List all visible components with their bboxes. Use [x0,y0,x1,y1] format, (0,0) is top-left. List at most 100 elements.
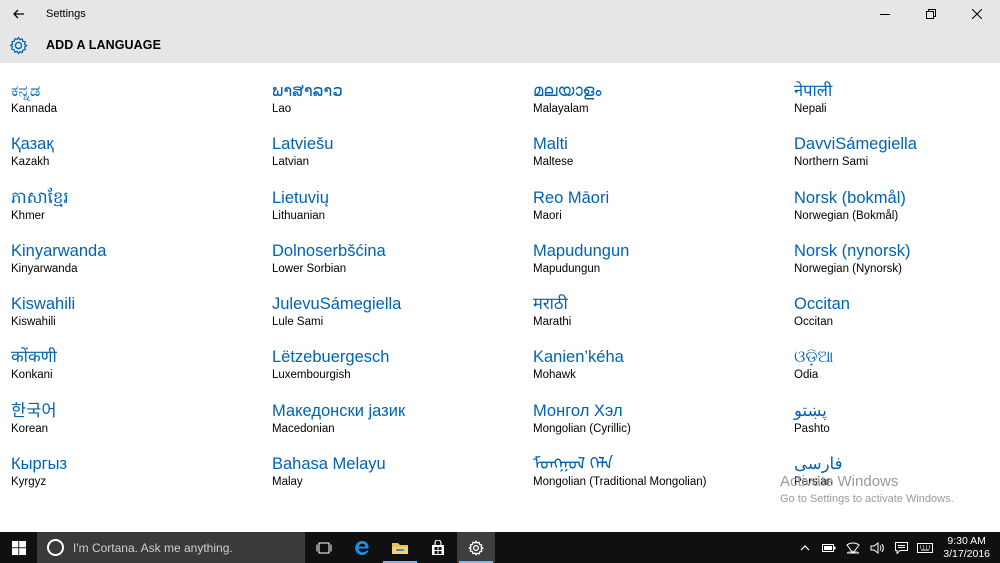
language-item-konkani[interactable]: कोंकणी Konkani [11,347,272,400]
language-native-name: Malti [533,135,568,154]
language-item-nepali[interactable]: नेपाली Nepali [794,81,994,134]
language-native-name: ଓଡ଼ିଆ [794,348,834,367]
language-item-maori[interactable]: Reo Māori Maori [533,188,794,241]
language-english-name: Khmer [11,209,45,222]
language-english-name: Malay [272,476,303,489]
language-item-pashto[interactable]: پښتو Pashto [794,401,994,454]
network-button[interactable] [841,532,865,563]
battery-icon [822,543,836,552]
chevron-up-icon [800,544,810,550]
language-item-kyrgyz[interactable]: Кыргыз Kyrgyz [11,454,272,507]
language-item-khmer[interactable]: ភាសាខ្មែរ Khmer [11,188,272,241]
start-button[interactable] [0,532,37,563]
language-english-name: Mongolian (Cyrillic) [533,422,631,435]
language-native-name: ಕನ್ನಡ [11,82,41,100]
language-native-name: Latviešu [272,135,334,154]
language-native-name: മലയാളം [533,82,602,100]
language-english-name: Kiswahili [11,316,56,329]
language-item-kazakh[interactable]: Қазақ Kazakh [11,134,272,187]
task-view-button[interactable] [305,532,343,563]
volume-icon [870,541,885,554]
close-button[interactable] [954,0,1000,27]
show-hidden-icons-button[interactable] [793,532,817,563]
language-item-mohawk[interactable]: Kanien’kéha Mohawk [533,347,794,400]
language-english-name: Latvian [272,156,310,169]
language-english-name: Mohawk [533,369,576,382]
language-english-name: Lower Sorbian [272,262,347,275]
language-item-lower-sorbian[interactable]: Dolnoserbšćina Lower Sorbian [272,241,533,294]
language-item-norwegian-bokmal[interactable]: Norsk (bokmål) Norwegian (Bokmål) [794,188,994,241]
clock[interactable]: 9:30 AM 3/17/2016 [943,535,990,561]
volume-button[interactable] [865,532,889,563]
language-english-name: Norwegian (Bokmål) [794,209,899,222]
back-arrow-icon [13,9,24,18]
edge-icon [355,540,369,555]
wifi-icon [846,542,860,554]
language-native-name: Kanien’kéha [533,348,624,367]
language-native-name: Македонски јазик [272,401,406,420]
language-item-occitan[interactable]: Occitan Occitan [794,294,994,347]
language-english-name: Marathi [533,316,572,329]
file-explorer-icon [392,542,408,554]
language-item-mapudungun[interactable]: Mapudungun Mapudungun [533,241,794,294]
touch-keyboard-button[interactable] [913,532,937,563]
language-item-luxembourgish[interactable]: Lëtzebuergesch Luxembourgish [272,347,533,400]
language-native-name: Norsk (bokmål) [794,188,906,207]
language-english-name: Kannada [11,103,58,115]
language-item-kiswahili[interactable]: Kiswahili Kiswahili [11,294,272,347]
language-english-name: Mongolian (Traditional Mongolian) [533,476,707,489]
minimize-button[interactable] [862,0,908,27]
language-native-name: پښتو [794,401,827,420]
language-native-name: ភាសាខ្មែរ [11,188,69,207]
language-native-name: Lietuvių [272,188,329,207]
settings-button[interactable] [457,532,495,563]
edge-button[interactable] [343,532,381,563]
language-item-odia[interactable]: ଓଡ଼ିଆ Odia [794,347,994,400]
language-item-northern-sami[interactable]: DavviSámegiella Northern Sami [794,134,994,187]
action-center-icon [894,541,908,554]
language-item-korean[interactable]: 한국어 Korean [11,401,272,454]
language-item-mongolian-traditional[interactable]: ᠮᠣᠩᠭᠣᠯ ᠬᠡᠯᠡ Mongolian (Traditional Mongo… [533,454,794,507]
windows-logo-icon [11,540,26,555]
store-button[interactable] [419,532,457,563]
clock-date: 3/17/2016 [943,547,990,560]
restore-button[interactable] [908,0,954,27]
language-english-name: Persian [794,476,833,489]
language-english-name: Mapudungun [533,262,601,275]
language-native-name: فارسی [794,455,843,474]
language-item-norwegian-nynorsk[interactable]: Norsk (nynorsk) Norwegian (Nynorsk) [794,241,994,294]
language-item-marathi[interactable]: मराठी Marathi [533,294,794,347]
language-english-name: Norwegian (Nynorsk) [794,262,903,275]
language-english-name: Nepali [794,103,827,115]
language-item-malay[interactable]: Bahasa Melayu Malay [272,454,533,507]
language-native-name: Norsk (nynorsk) [794,241,911,260]
language-item-lithuanian[interactable]: Lietuvių Lithuanian [272,188,533,241]
language-english-name: Maltese [533,156,574,169]
language-item-persian[interactable]: فارسی Persian [794,454,994,507]
language-native-name: Lëtzebuergesch [272,348,390,367]
language-native-name: DavviSámegiella [794,135,917,154]
battery-button[interactable] [817,532,841,563]
language-item-lule-sami[interactable]: JulevuSámegiella Lule Sami [272,294,533,347]
back-button[interactable] [0,0,38,27]
language-item-kannada[interactable]: ಕನ್ನಡ Kannada [11,81,272,134]
language-native-name: Reo Māori [533,188,610,207]
language-english-name: Occitan [794,316,833,329]
language-item-latvian[interactable]: Latviešu Latvian [272,134,533,187]
language-list: ಕನ್ನಡ Kannada ພາສາລາວ Lao മലയാളം Malayal… [11,81,1000,507]
language-item-macedonian[interactable]: Македонски јазик Macedonian [272,401,533,454]
language-english-name: Luxembourgish [272,369,351,382]
language-english-name: Pashto [794,422,830,435]
language-item-kinyarwanda[interactable]: Kinyarwanda Kinyarwanda [11,241,272,294]
language-english-name: Lithuanian [272,209,326,222]
language-item-lao[interactable]: ພາສາລາວ Lao [272,81,533,134]
cortana-search-box[interactable]: I'm Cortana. Ask me anything. [37,532,305,563]
language-item-mongolian-cyrillic[interactable]: Монгол Хэл Mongolian (Cyrillic) [533,401,794,454]
language-item-maltese[interactable]: Malti Maltese [533,134,794,187]
taskbar: I'm Cortana. Ask me anything. 9:30 AM 3/… [0,532,1000,563]
language-item-malayalam[interactable]: മലയാളം Malayalam [533,81,794,134]
file-explorer-button[interactable] [381,532,419,563]
action-center-button[interactable] [889,532,913,563]
store-icon [432,539,444,555]
language-native-name: Монгол Хэл [533,401,623,420]
